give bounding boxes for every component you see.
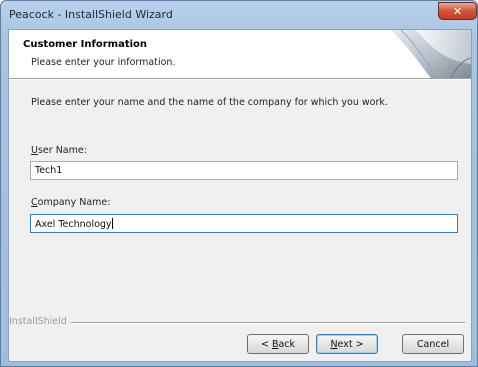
wizard-header: Customer Information Please enter your i… [9,30,471,79]
user-name-field[interactable]: Tech1 [30,161,458,180]
back-rest: ack [278,338,296,350]
text-caret [111,218,113,229]
company-name-label-rest: ompany Name: [37,197,111,208]
company-name-label: Company Name: [31,197,110,208]
close-button[interactable]: ✕ [438,2,477,20]
header-divider [9,79,471,80]
user-name-label: User Name: [31,145,87,156]
next-mnemonic: N [330,338,338,350]
back-prefix: < [260,338,272,350]
company-name-field[interactable]: Axel Technology [30,214,458,233]
brand-label: InstallShield [9,316,67,327]
title-bar[interactable]: Peacock - InstallShield Wizard ✕ [1,1,478,29]
user-name-label-mnemonic: U [31,145,38,156]
header-title: Customer Information [23,39,148,50]
installshield-branding: InstallShield [9,316,471,328]
installer-window: Peacock - InstallShield Wizard ✕ Custome… [0,0,478,367]
user-name-value: Tech1 [35,165,63,176]
page-curl-icon [391,30,471,78]
user-name-label-rest: ser Name: [37,145,87,156]
instruction-text: Please enter your name and the name of t… [31,97,388,108]
next-rest: ext > [337,338,364,350]
brand-divider [71,322,465,324]
cancel-button[interactable]: Cancel [402,334,464,354]
header-subtitle: Please enter your information. [31,57,176,68]
company-name-label-mnemonic: C [31,197,38,208]
company-name-value: Axel Technology [35,219,112,230]
window-title: Peacock - InstallShield Wizard [9,8,173,21]
back-button[interactable]: < Back [247,334,309,354]
next-button[interactable]: Next > [316,334,378,354]
close-icon: ✕ [452,4,463,18]
wizard-client-area: Customer Information Please enter your i… [8,29,472,362]
